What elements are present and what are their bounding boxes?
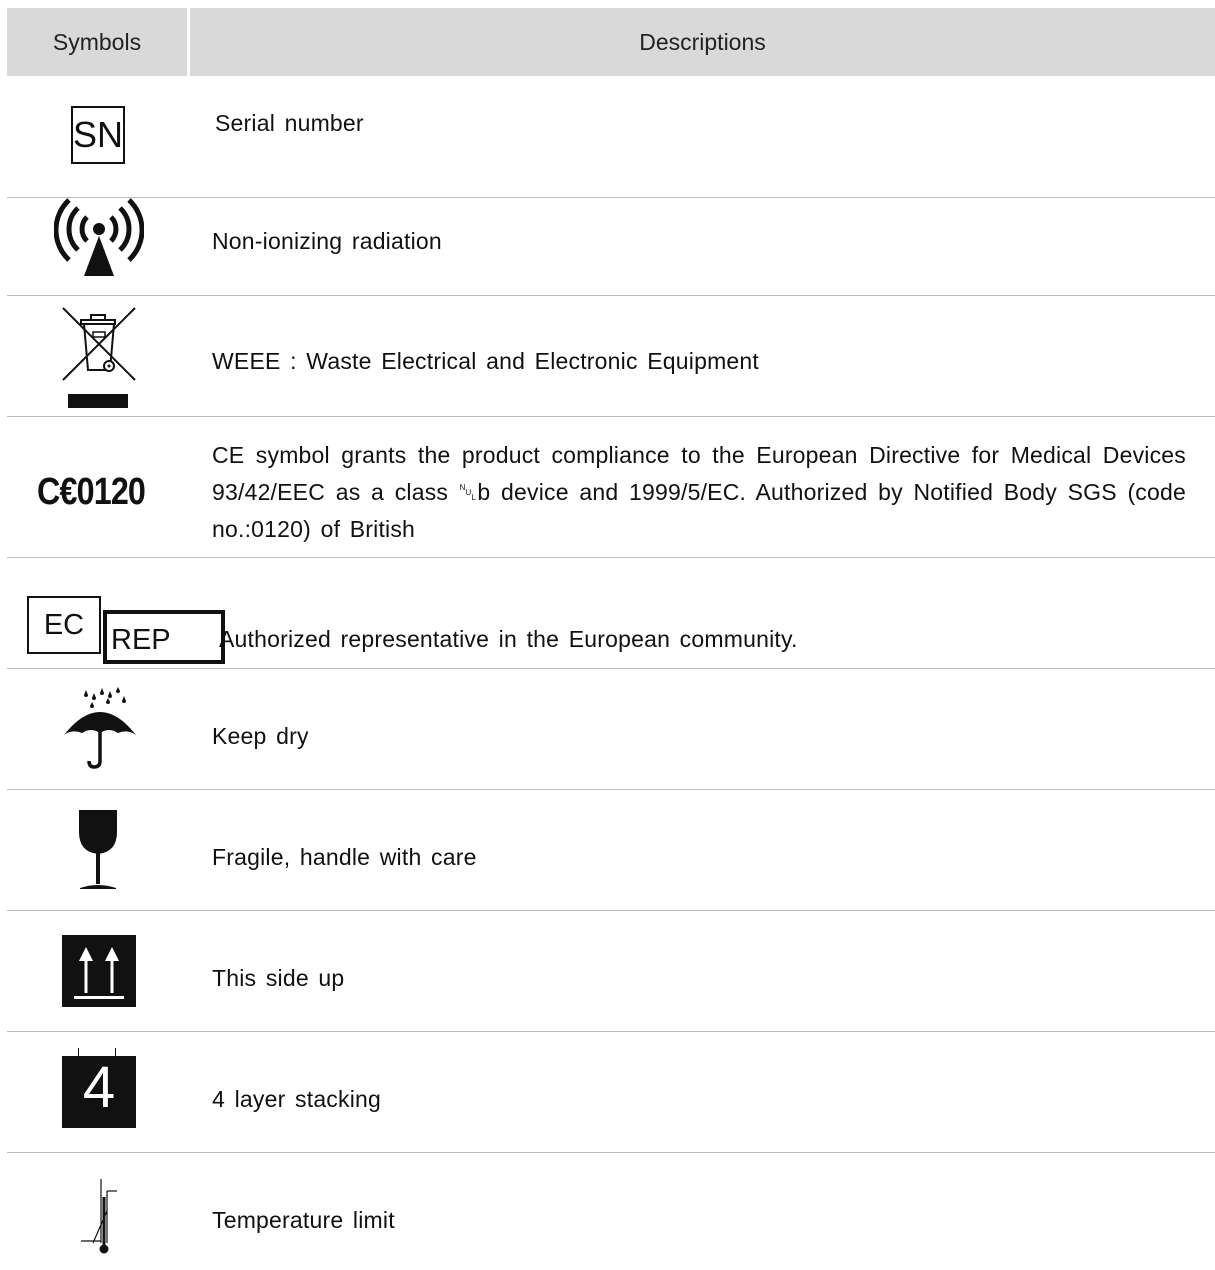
weee-crossed-bin-icon bbox=[62, 307, 136, 408]
symbol-cell bbox=[7, 198, 187, 295]
serial-number-icon: SN bbox=[71, 106, 125, 164]
symbol-cell bbox=[7, 911, 187, 1031]
rep-icon: REP bbox=[103, 610, 225, 664]
stacking-number: 4 bbox=[82, 1055, 116, 1120]
table-row: SN Serial number bbox=[7, 77, 1215, 198]
symbol-cell bbox=[7, 790, 187, 910]
table-row: Temperature limit bbox=[7, 1153, 1215, 1270]
description-text: CE symbol grants the product compliance … bbox=[212, 442, 1186, 542]
keep-dry-umbrella-icon bbox=[64, 687, 136, 769]
description-text: Fragile, handle with care bbox=[212, 844, 477, 870]
this-side-up-arrows-icon bbox=[62, 935, 136, 1007]
symbol-cell bbox=[7, 1153, 187, 1270]
description-text: Keep dry bbox=[212, 723, 309, 749]
symbol-cell bbox=[7, 669, 187, 789]
table-row: This side up bbox=[7, 911, 1215, 1032]
ce-mark-icon: C€0120 bbox=[37, 471, 146, 513]
symbol-cell: SN bbox=[7, 77, 187, 197]
non-ionizing-radiation-icon bbox=[54, 198, 144, 276]
description-text: This side up bbox=[212, 965, 345, 991]
description-text: Temperature limit bbox=[212, 1207, 395, 1233]
symbol-cell: EC REP bbox=[7, 558, 225, 668]
symbol-cell: C€0120 bbox=[7, 417, 187, 557]
table-row: Non-ionizing radiation bbox=[7, 198, 1215, 296]
table-header: Symbols Descriptions bbox=[7, 8, 1215, 76]
table-row: Fragile, handle with care bbox=[7, 790, 1215, 911]
description-text: 4 layer stacking bbox=[212, 1086, 381, 1112]
table-row: 4 4 layer stacking bbox=[7, 1032, 1215, 1153]
descriptions-column-header: Descriptions bbox=[639, 29, 766, 55]
table-row: Keep dry bbox=[7, 669, 1215, 790]
table-row: EC REP Authorized representative in the … bbox=[7, 558, 1215, 669]
stacking-tick-left bbox=[78, 1048, 79, 1058]
description-text: Serial number bbox=[215, 110, 364, 136]
table-row: C€0120 CE symbol grants the product comp… bbox=[7, 417, 1215, 558]
temperature-limit-icon bbox=[81, 1179, 117, 1254]
description-text: Authorized representative in the Europea… bbox=[219, 626, 798, 652]
table-row: WEEE : Waste Electrical and Electronic E… bbox=[7, 296, 1215, 417]
symbol-cell: 4 bbox=[7, 1032, 187, 1152]
description-text: Non-ionizing radiation bbox=[212, 228, 442, 254]
symbol-cell bbox=[7, 296, 187, 416]
symbols-column-header: Symbols bbox=[52, 29, 142, 55]
fragile-glass-icon bbox=[79, 810, 117, 889]
ec-icon: EC bbox=[27, 596, 101, 654]
stacking-tick-right bbox=[115, 1048, 116, 1058]
description-text: WEEE : Waste Electrical and Electronic E… bbox=[212, 348, 760, 374]
